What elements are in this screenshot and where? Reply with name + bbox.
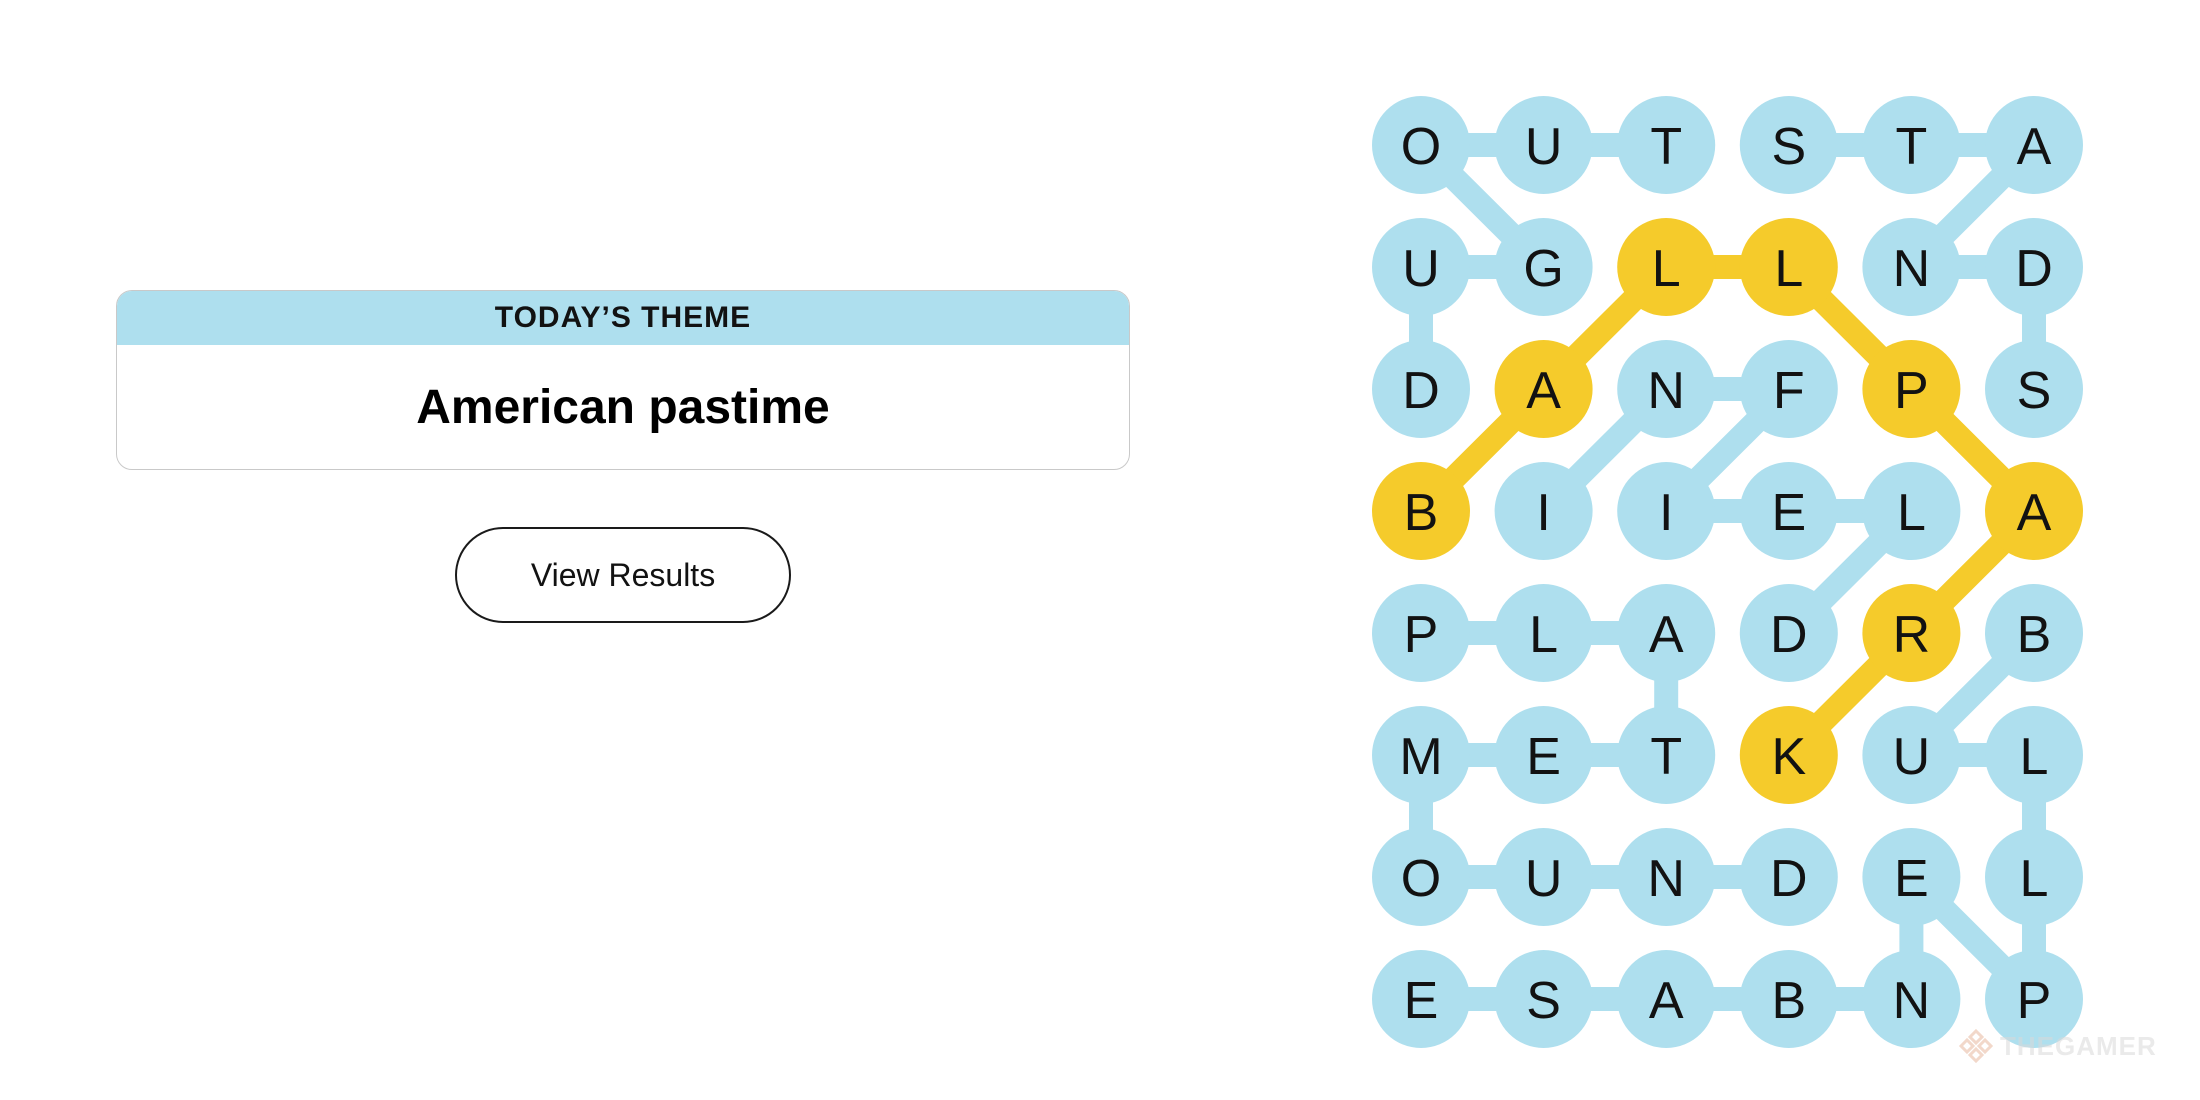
letter-tile-label: A bbox=[1526, 362, 1561, 420]
letter-tile[interactable]: T bbox=[1862, 96, 1961, 194]
letter-tile[interactable]: S bbox=[1739, 96, 1838, 194]
letter-tile-label: P bbox=[1404, 606, 1439, 664]
letter-tile-label: A bbox=[1649, 606, 1684, 664]
letter-tile-label: F bbox=[1773, 362, 1805, 420]
letter-tile-label: L bbox=[1652, 240, 1681, 298]
letter-tile-label: P bbox=[2017, 972, 2052, 1030]
letter-tile[interactable]: L bbox=[1494, 584, 1593, 682]
letter-tile[interactable]: S bbox=[1985, 340, 2083, 438]
letter-tile-label: U bbox=[1402, 240, 1440, 298]
letter-tile-label: T bbox=[1650, 118, 1682, 176]
letter-tile[interactable]: B bbox=[1372, 462, 1470, 560]
letter-tile[interactable]: L bbox=[1862, 462, 1961, 560]
letter-tile-label: N bbox=[1647, 850, 1685, 908]
letter-tile[interactable]: D bbox=[1985, 218, 2083, 316]
letter-tile[interactable]: N bbox=[1862, 950, 1961, 1048]
letter-tile-label: N bbox=[1893, 972, 1931, 1030]
letter-tile-label: O bbox=[1401, 850, 1441, 908]
letter-tile[interactable]: A bbox=[1494, 340, 1593, 438]
letter-tile-label: S bbox=[2017, 362, 2052, 420]
letter-tile[interactable]: I bbox=[1617, 462, 1716, 560]
letter-tile[interactable]: N bbox=[1617, 340, 1716, 438]
letter-board: O U T S T A U G L L N D D A N F P S B I I E L A P L A D R B M E T K U L O U N D… bbox=[1372, 96, 2083, 1048]
watermark-label: THEGAMER bbox=[2000, 1030, 2157, 1061]
letter-tile[interactable]: O bbox=[1372, 96, 1470, 194]
letter-tile-label: S bbox=[1771, 118, 1806, 176]
letter-tile[interactable]: M bbox=[1372, 706, 1470, 804]
watermark: THEGAMER bbox=[1958, 1028, 2157, 1064]
letter-tile[interactable]: N bbox=[1862, 218, 1961, 316]
letter-tile[interactable]: D bbox=[1739, 828, 1838, 926]
letter-tile[interactable]: B bbox=[1985, 584, 2083, 682]
letter-tile[interactable]: K bbox=[1739, 706, 1838, 804]
letter-tile-label: A bbox=[1649, 972, 1684, 1030]
letter-tile-label: D bbox=[1402, 362, 1440, 420]
letter-tile[interactable]: A bbox=[1617, 950, 1716, 1048]
letter-tile[interactable]: U bbox=[1494, 96, 1593, 194]
letter-tile-label: G bbox=[1523, 240, 1563, 298]
letter-tile[interactable]: L bbox=[1739, 218, 1838, 316]
letter-tile-label: O bbox=[1401, 118, 1441, 176]
letter-tile-label: R bbox=[1893, 606, 1931, 664]
thegamer-logo-icon bbox=[1958, 1028, 1994, 1064]
letter-tile-label: B bbox=[2017, 606, 2052, 664]
letter-tile[interactable]: L bbox=[1985, 706, 2083, 804]
letter-tile-label: M bbox=[1399, 728, 1442, 786]
letter-tile-label: N bbox=[1647, 362, 1685, 420]
letter-tile-label: U bbox=[1525, 118, 1563, 176]
letter-tile-label: E bbox=[1894, 850, 1929, 908]
letter-tile[interactable]: E bbox=[1739, 462, 1838, 560]
letter-tile-label: L bbox=[2020, 728, 2049, 786]
letter-tile-label: E bbox=[1771, 484, 1806, 542]
letter-tile-label: L bbox=[1897, 484, 1926, 542]
letter-tile[interactable]: L bbox=[1985, 828, 2083, 926]
letter-tile-label: I bbox=[1536, 484, 1550, 542]
letter-tile[interactable]: O bbox=[1372, 828, 1470, 926]
letter-tile[interactable]: A bbox=[1617, 584, 1716, 682]
letter-tile[interactable]: I bbox=[1494, 462, 1593, 560]
letter-tile[interactable]: E bbox=[1494, 706, 1593, 804]
letter-tile-label: B bbox=[1404, 484, 1439, 542]
letter-tile-label: L bbox=[1774, 240, 1803, 298]
letter-tile[interactable]: D bbox=[1372, 340, 1470, 438]
letter-tile-label: T bbox=[1896, 118, 1928, 176]
letter-tile-label: U bbox=[1893, 728, 1931, 786]
letter-tile[interactable]: B bbox=[1739, 950, 1838, 1048]
letter-tile-label: U bbox=[1525, 850, 1563, 908]
letter-tile[interactable]: A bbox=[1985, 462, 2083, 560]
letter-tile[interactable]: E bbox=[1372, 950, 1470, 1048]
letter-tile-label: K bbox=[1771, 728, 1806, 786]
letter-tile[interactable]: D bbox=[1739, 584, 1838, 682]
letter-tile[interactable]: T bbox=[1617, 706, 1716, 804]
letter-tile-label: I bbox=[1659, 484, 1673, 542]
letter-tile-label: E bbox=[1404, 972, 1439, 1030]
letter-tile-label: B bbox=[1771, 972, 1806, 1030]
letter-tile-label: D bbox=[2015, 240, 2053, 298]
letter-tile-label: E bbox=[1526, 728, 1561, 786]
letter-tile-label: D bbox=[1770, 850, 1808, 908]
letter-tile[interactable]: E bbox=[1862, 828, 1961, 926]
letter-tile-label: A bbox=[2017, 484, 2052, 542]
letter-tile[interactable]: L bbox=[1617, 218, 1716, 316]
letter-tile-label: P bbox=[1894, 362, 1929, 420]
letter-tile[interactable]: F bbox=[1739, 340, 1838, 438]
letter-tile[interactable]: U bbox=[1494, 828, 1593, 926]
letter-tile[interactable]: S bbox=[1494, 950, 1593, 1048]
letter-tile[interactable]: A bbox=[1985, 96, 2083, 194]
letter-tile-label: A bbox=[2017, 118, 2052, 176]
letter-tile-label: N bbox=[1893, 240, 1931, 298]
letter-tile[interactable]: G bbox=[1494, 218, 1593, 316]
letter-tile[interactable]: P bbox=[1372, 584, 1470, 682]
letter-tile[interactable]: N bbox=[1617, 828, 1716, 926]
letter-tile-label: L bbox=[1529, 606, 1558, 664]
letter-tile[interactable]: U bbox=[1862, 706, 1961, 804]
letter-tile[interactable]: R bbox=[1862, 584, 1961, 682]
letter-tile-label: L bbox=[2020, 850, 2049, 908]
letter-tile[interactable]: T bbox=[1617, 96, 1716, 194]
letter-tile-label: T bbox=[1650, 728, 1682, 786]
letter-tile[interactable]: P bbox=[1862, 340, 1961, 438]
letter-tile-label: D bbox=[1770, 606, 1808, 664]
letter-tile[interactable]: U bbox=[1372, 218, 1470, 316]
letter-tile-label: S bbox=[1526, 972, 1561, 1030]
